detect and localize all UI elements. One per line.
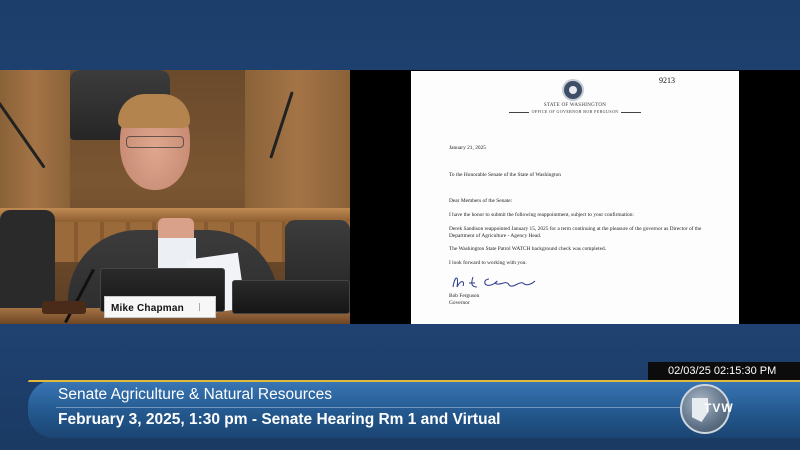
- letterhead-office-text: OFFICE OF GOVERNOR BOB FERGUSON: [531, 109, 619, 114]
- signer-title: Governor: [449, 300, 470, 306]
- letter-salutation: Dear Members of the Senate:: [449, 198, 513, 204]
- broadcast-frame: Mike Chapman 9213 STATE OF WASHINGTON OF…: [0, 0, 800, 450]
- video-feed: Mike Chapman: [0, 70, 350, 324]
- letter-closing: I look forward to working with you.: [449, 260, 527, 266]
- committee-title: Senate Agriculture & Natural Resources: [58, 386, 332, 403]
- letter-intro: I have the honor to submit the following…: [449, 212, 634, 218]
- letterhead-rule: [508, 111, 529, 113]
- hearing-details: February 3, 2025, 1:30 pm - Senate Heari…: [58, 411, 501, 428]
- laptop: [232, 280, 350, 314]
- letter-addressee: To the Honorable Senate of the State of …: [449, 172, 561, 178]
- signature: [452, 276, 536, 288]
- speaker-hair: [118, 94, 190, 128]
- letter-paragraph: Derek Sandison reappointed January 15, 2…: [449, 226, 702, 239]
- timestamp: 02/03/25 02:15:30 PM: [648, 362, 800, 380]
- nameplate-name: Mike Chapman: [111, 303, 184, 314]
- nameplate: Mike Chapman: [104, 296, 216, 318]
- nameplate-divider: [199, 303, 211, 311]
- signer-name: Bob Ferguson: [449, 293, 480, 299]
- seal-center: [569, 86, 577, 94]
- letter-page: 9213 STATE OF WASHINGTON OFFICE OF GOVER…: [411, 71, 739, 324]
- chair: [0, 210, 55, 310]
- speaker-glasses: [126, 136, 184, 148]
- letterhead-rule: [621, 111, 642, 113]
- banner-accent-line: [28, 380, 800, 382]
- document-number: 9213: [659, 76, 675, 85]
- banner-divider: [56, 407, 716, 408]
- desk-microphone-base: [42, 301, 86, 314]
- tvw-logo-text: TVW: [704, 401, 734, 415]
- letterhead-office: OFFICE OF GOVERNOR BOB FERGUSON: [411, 109, 739, 114]
- letter-paragraph: The Washington State Patrol WATCH backgr…: [449, 246, 607, 252]
- letter-date: January 21, 2025: [449, 145, 486, 151]
- letterhead-state: STATE OF WASHINGTON: [543, 103, 607, 108]
- tvw-logo: TVW: [680, 384, 733, 434]
- state-seal-icon: [562, 79, 584, 101]
- document-panel: 9213 STATE OF WASHINGTON OFFICE OF GOVER…: [350, 70, 800, 324]
